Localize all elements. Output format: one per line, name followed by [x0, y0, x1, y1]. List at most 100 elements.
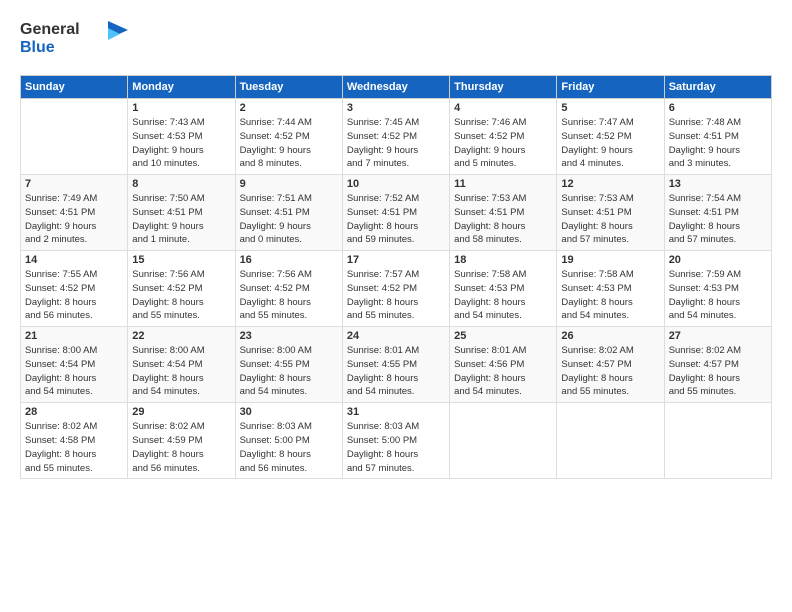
day-cell: 7Sunrise: 7:49 AMSunset: 4:51 PMDaylight…	[21, 175, 128, 251]
day-number: 5	[561, 102, 659, 114]
day-number: 25	[454, 330, 552, 342]
day-info: Sunrise: 8:00 AMSunset: 4:54 PMDaylight:…	[132, 344, 230, 399]
day-number: 26	[561, 330, 659, 342]
week-row-5: 28 Sunrise: 8:02 AMSunset: 4:58 PMDayligh…	[21, 403, 772, 479]
week-row-1: 1 Sunrise: 7:43 AMSunset: 4:53 PMDaylight…	[21, 99, 772, 175]
day-number: 3	[347, 102, 445, 114]
day-info: Sunrise: 7:56 AMSunset: 4:52 PMDaylight:…	[132, 268, 230, 323]
day-info: Sunrise: 7:57 AMSunset: 4:52 PMDaylight:…	[347, 268, 445, 323]
day-cell: 9Sunrise: 7:51 AMSunset: 4:51 PMDaylight…	[235, 175, 342, 251]
day-cell	[21, 99, 128, 175]
day-info: Sunrise: 8:02 AMSunset: 4:57 PMDaylight:…	[561, 344, 659, 399]
day-info: Sunrise: 7:53 AMSunset: 4:51 PMDaylight:…	[454, 192, 552, 247]
day-info: Sunrise: 7:44 AMSunset: 4:52 PMDaylight:…	[240, 116, 338, 171]
day-cell: 4 Sunrise: 7:46 AMSunset: 4:52 PMDaylight…	[450, 99, 557, 175]
day-number: 13	[669, 178, 767, 190]
day-info: Sunrise: 7:46 AMSunset: 4:52 PMDaylight:…	[454, 116, 552, 171]
day-number: 4	[454, 102, 552, 114]
day-cell: 27Sunrise: 8:02 AMSunset: 4:57 PMDayligh…	[664, 327, 771, 403]
day-info: Sunrise: 7:51 AMSunset: 4:51 PMDaylight:…	[240, 192, 338, 247]
day-cell: 26 Sunrise: 8:02 AMSunset: 4:57 PMDayligh…	[557, 327, 664, 403]
weekday-header-sunday: Sunday	[21, 76, 128, 99]
day-cell: 16 Sunrise: 7:56 AMSunset: 4:52 PMDayligh…	[235, 251, 342, 327]
day-cell	[450, 403, 557, 479]
day-info: Sunrise: 7:45 AMSunset: 4:52 PMDaylight:…	[347, 116, 445, 171]
day-number: 2	[240, 102, 338, 114]
day-info: Sunrise: 7:52 AMSunset: 4:51 PMDaylight:…	[347, 192, 445, 247]
day-info: Sunrise: 7:58 AMSunset: 4:53 PMDaylight:…	[454, 268, 552, 323]
day-number: 29	[132, 406, 230, 418]
day-info: Sunrise: 8:02 AMSunset: 4:59 PMDaylight:…	[132, 420, 230, 475]
day-cell: 3 Sunrise: 7:45 AMSunset: 4:52 PMDaylight…	[342, 99, 449, 175]
week-row-2: 7Sunrise: 7:49 AMSunset: 4:51 PMDaylight…	[21, 175, 772, 251]
weekday-header-thursday: Thursday	[450, 76, 557, 99]
day-number: 20	[669, 254, 767, 266]
day-info: Sunrise: 7:50 AMSunset: 4:51 PMDaylight:…	[132, 192, 230, 247]
header: General Blue	[20, 16, 772, 65]
calendar-table: SundayMondayTuesdayWednesdayThursdayFrid…	[20, 75, 772, 479]
day-cell: 31Sunrise: 8:03 AMSunset: 5:00 PMDayligh…	[342, 403, 449, 479]
day-cell: 30 Sunrise: 8:03 AMSunset: 5:00 PMDayligh…	[235, 403, 342, 479]
day-cell: 24Sunrise: 8:01 AMSunset: 4:55 PMDayligh…	[342, 327, 449, 403]
day-cell: 22 Sunrise: 8:00 AMSunset: 4:54 PMDayligh…	[128, 327, 235, 403]
day-cell: 13 Sunrise: 7:54 AMSunset: 4:51 PMDayligh…	[664, 175, 771, 251]
day-cell: 19 Sunrise: 7:58 AMSunset: 4:53 PMDayligh…	[557, 251, 664, 327]
day-cell: 29 Sunrise: 8:02 AMSunset: 4:59 PMDayligh…	[128, 403, 235, 479]
day-number: 27	[669, 330, 767, 342]
day-cell: 8 Sunrise: 7:50 AMSunset: 4:51 PMDaylight…	[128, 175, 235, 251]
day-info: Sunrise: 7:55 AMSunset: 4:52 PMDaylight:…	[25, 268, 123, 323]
day-cell: 28 Sunrise: 8:02 AMSunset: 4:58 PMDayligh…	[21, 403, 128, 479]
weekday-header-saturday: Saturday	[664, 76, 771, 99]
day-cell: 25Sunrise: 8:01 AMSunset: 4:56 PMDayligh…	[450, 327, 557, 403]
day-info: Sunrise: 8:00 AMSunset: 4:55 PMDaylight:…	[240, 344, 338, 399]
day-number: 19	[561, 254, 659, 266]
day-info: Sunrise: 8:03 AMSunset: 5:00 PMDaylight:…	[240, 420, 338, 475]
day-info: Sunrise: 7:59 AMSunset: 4:53 PMDaylight:…	[669, 268, 767, 323]
logo-svg: General Blue	[20, 16, 130, 60]
day-cell	[557, 403, 664, 479]
svg-text:Blue: Blue	[20, 39, 55, 56]
weekday-header-wednesday: Wednesday	[342, 76, 449, 99]
day-cell: 1 Sunrise: 7:43 AMSunset: 4:53 PMDaylight…	[128, 99, 235, 175]
day-info: Sunrise: 7:43 AMSunset: 4:53 PMDaylight:…	[132, 116, 230, 171]
day-number: 11	[454, 178, 552, 190]
day-number: 17	[347, 254, 445, 266]
weekday-header-row: SundayMondayTuesdayWednesdayThursdayFrid…	[21, 76, 772, 99]
day-number: 28	[25, 406, 123, 418]
weekday-header-monday: Monday	[128, 76, 235, 99]
day-number: 6	[669, 102, 767, 114]
day-info: Sunrise: 7:58 AMSunset: 4:53 PMDaylight:…	[561, 268, 659, 323]
logo: General Blue	[20, 16, 130, 65]
day-info: Sunrise: 7:48 AMSunset: 4:51 PMDaylight:…	[669, 116, 767, 171]
day-number: 10	[347, 178, 445, 190]
day-number: 12	[561, 178, 659, 190]
day-cell: 15 Sunrise: 7:56 AMSunset: 4:52 PMDayligh…	[128, 251, 235, 327]
day-info: Sunrise: 7:54 AMSunset: 4:51 PMDaylight:…	[669, 192, 767, 247]
day-cell: 10 Sunrise: 7:52 AMSunset: 4:51 PMDayligh…	[342, 175, 449, 251]
day-info: Sunrise: 8:03 AMSunset: 5:00 PMDaylight:…	[347, 420, 445, 475]
weekday-header-friday: Friday	[557, 76, 664, 99]
day-info: Sunrise: 8:01 AMSunset: 4:55 PMDaylight:…	[347, 344, 445, 399]
day-number: 18	[454, 254, 552, 266]
day-info: Sunrise: 7:47 AMSunset: 4:52 PMDaylight:…	[561, 116, 659, 171]
day-number: 15	[132, 254, 230, 266]
day-info: Sunrise: 8:02 AMSunset: 4:58 PMDaylight:…	[25, 420, 123, 475]
day-number: 30	[240, 406, 338, 418]
day-number: 8	[132, 178, 230, 190]
day-number: 7	[25, 178, 123, 190]
day-number: 21	[25, 330, 123, 342]
day-cell: 5 Sunrise: 7:47 AMSunset: 4:52 PMDaylight…	[557, 99, 664, 175]
day-cell: 14Sunrise: 7:55 AMSunset: 4:52 PMDayligh…	[21, 251, 128, 327]
day-info: Sunrise: 8:00 AMSunset: 4:54 PMDaylight:…	[25, 344, 123, 399]
day-cell	[664, 403, 771, 479]
day-number: 1	[132, 102, 230, 114]
day-number: 16	[240, 254, 338, 266]
page: General Blue SundayMondayTuesdayWednesda…	[0, 0, 792, 612]
day-cell: 20 Sunrise: 7:59 AMSunset: 4:53 PMDayligh…	[664, 251, 771, 327]
day-cell: 17 Sunrise: 7:57 AMSunset: 4:52 PMDayligh…	[342, 251, 449, 327]
day-info: Sunrise: 7:56 AMSunset: 4:52 PMDaylight:…	[240, 268, 338, 323]
day-number: 22	[132, 330, 230, 342]
day-cell: 11 Sunrise: 7:53 AMSunset: 4:51 PMDayligh…	[450, 175, 557, 251]
day-cell: 12Sunrise: 7:53 AMSunset: 4:51 PMDayligh…	[557, 175, 664, 251]
svg-text:General: General	[20, 21, 80, 38]
